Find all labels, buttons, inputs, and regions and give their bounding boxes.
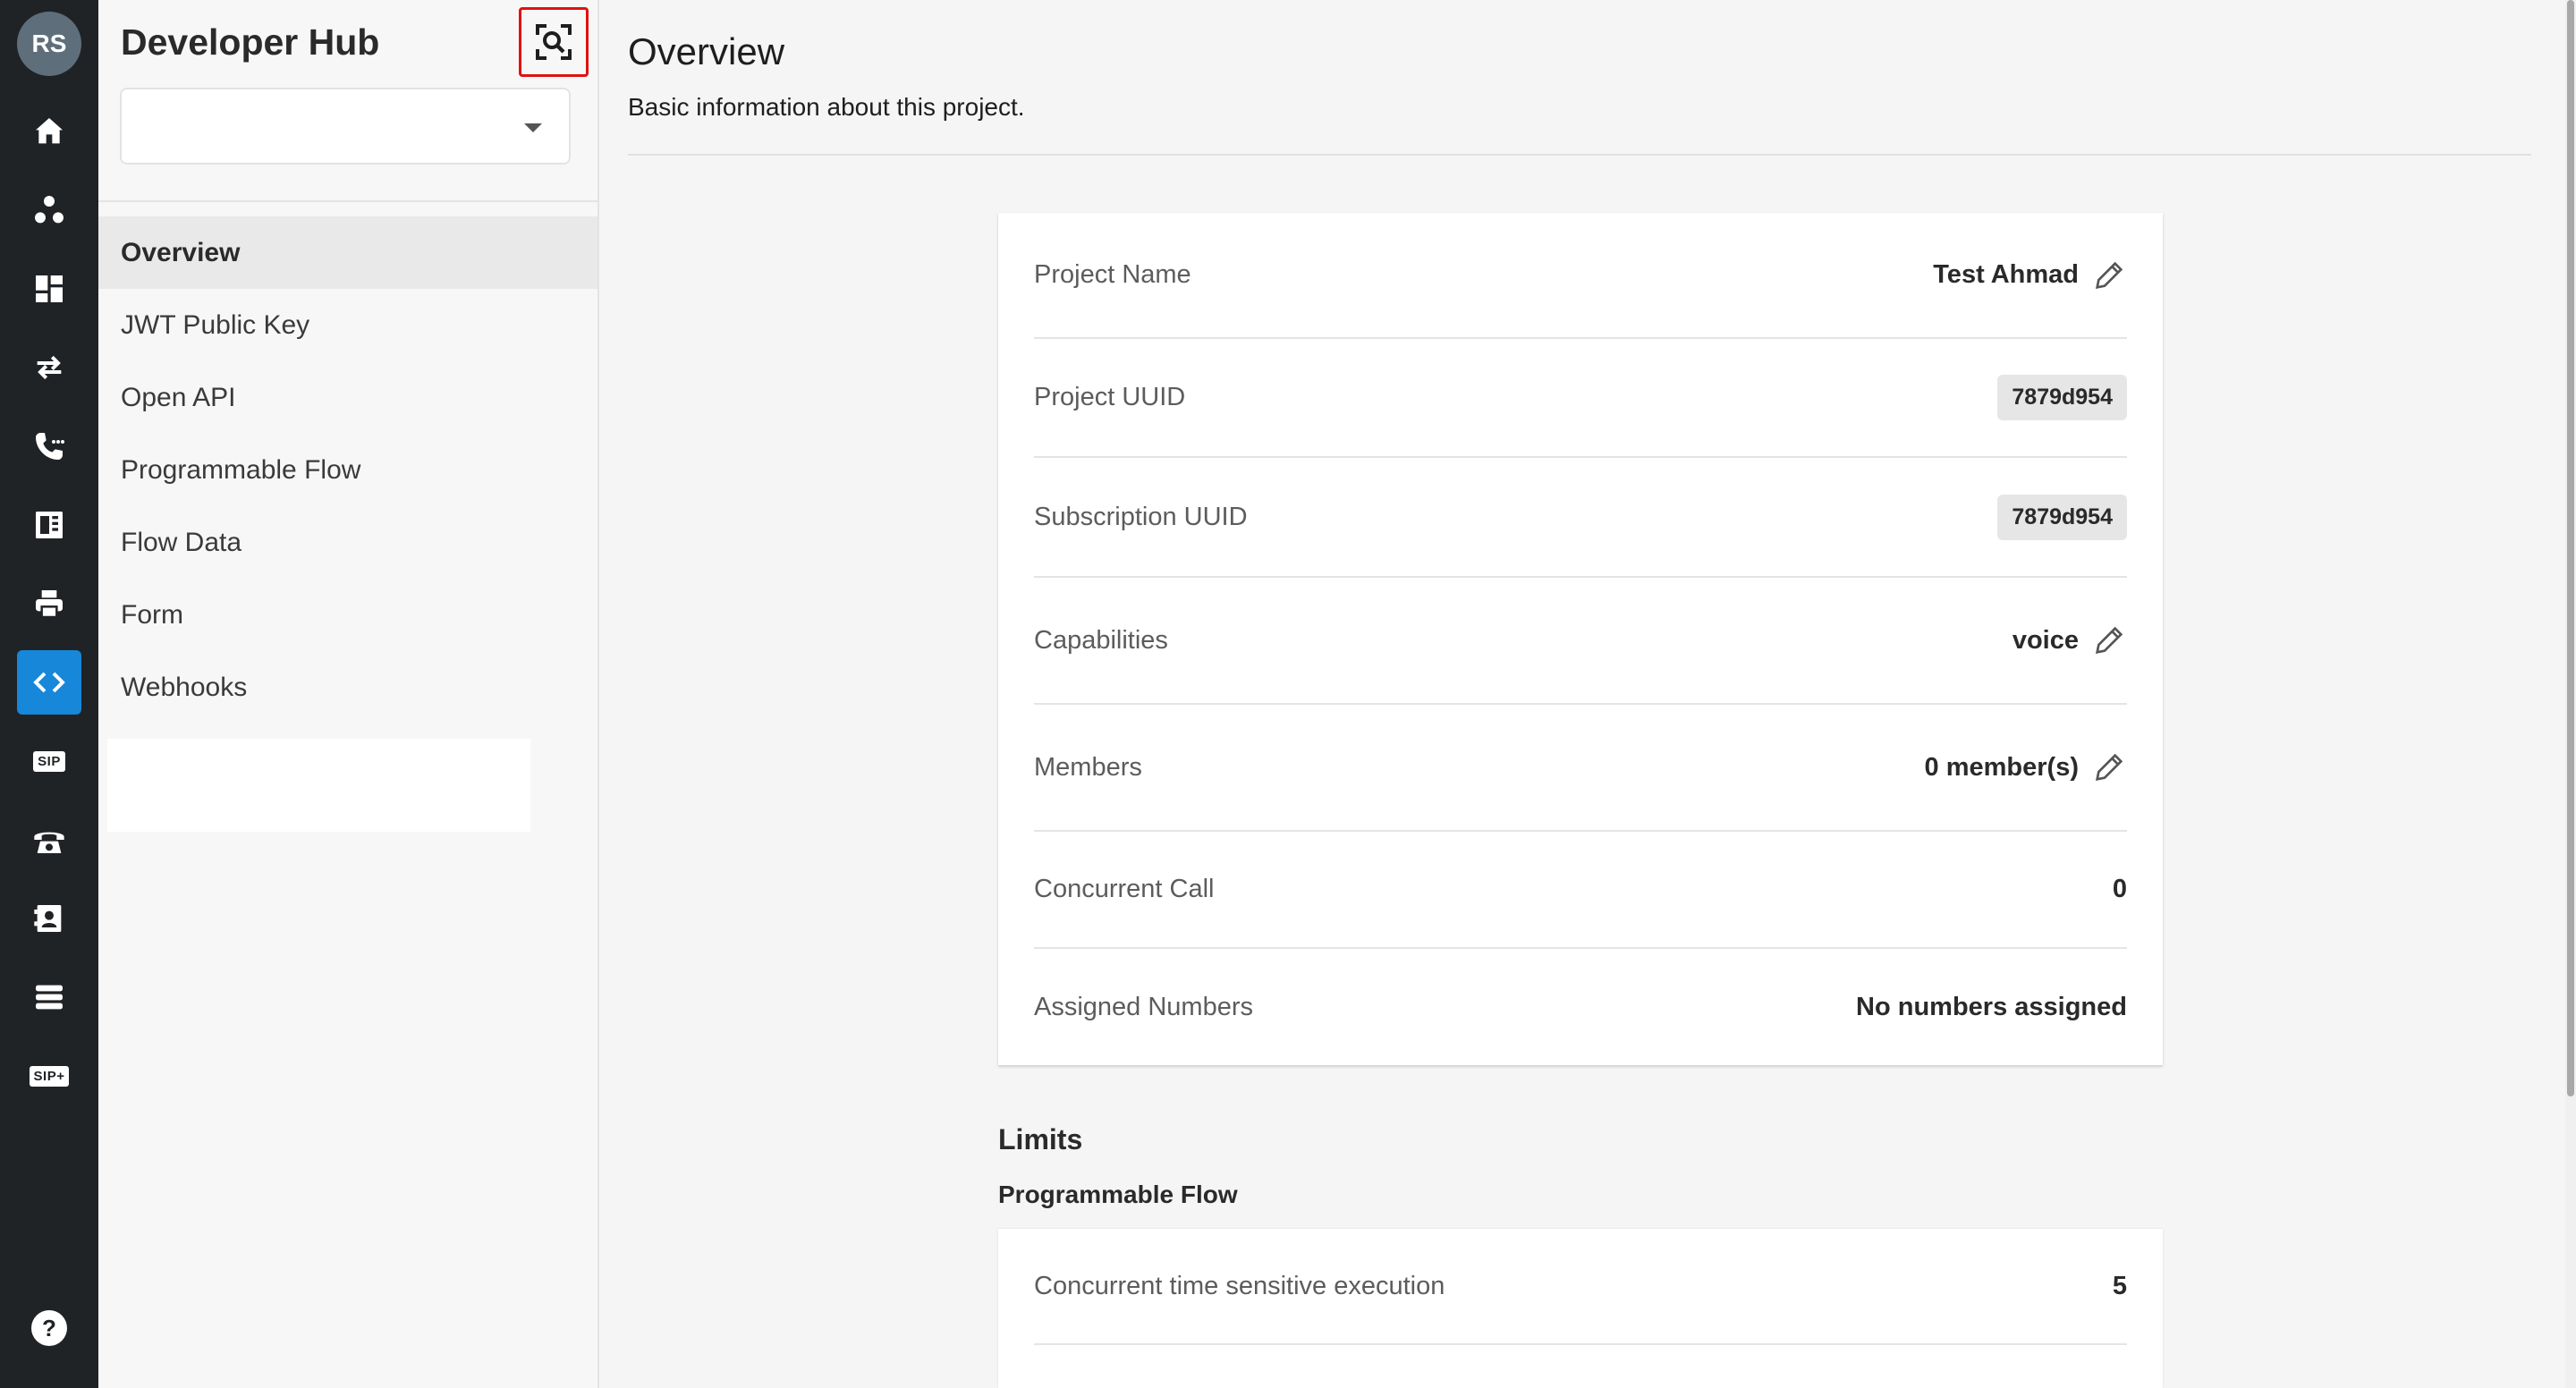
printer-icon[interactable] xyxy=(17,571,81,636)
sidebar-nav: Overview JWT Public Key Open API Program… xyxy=(98,216,597,724)
concurrent-execution-value: 5 xyxy=(2112,1271,2127,1300)
row-label: Concurrent Call xyxy=(1034,875,1215,903)
sidebar-item-flow-data[interactable]: Flow Data xyxy=(98,506,597,579)
concurrent-call-row: Concurrent Call 0 xyxy=(1034,832,2127,949)
group-icon[interactable] xyxy=(17,178,81,242)
row-label: Project Name xyxy=(1034,260,1191,289)
limits-subtitle: Programmable Flow xyxy=(998,1181,1238,1208)
app-window: RS SIP SIP+ ? Developer Hub Overview JWT… xyxy=(0,0,2576,1388)
edit-pencil-icon[interactable] xyxy=(2091,258,2127,293)
scan-search-icon xyxy=(536,24,572,60)
row-label: Project UUID xyxy=(1034,383,1186,411)
edit-pencil-icon[interactable] xyxy=(2091,749,2127,785)
members-row: Members 0 member(s) xyxy=(1034,705,2127,832)
sip-plus-icon[interactable]: SIP+ xyxy=(17,1044,81,1108)
concurrent-call-value: 0 xyxy=(2112,875,2127,903)
sidebar-divider xyxy=(98,200,597,202)
code-icon[interactable] xyxy=(17,650,81,715)
page-subtitle: Basic information about this project. xyxy=(628,93,1025,121)
search-button[interactable] xyxy=(519,7,589,77)
row-label: Members xyxy=(1034,752,1142,782)
project-uuid-chip[interactable]: 7879d954 xyxy=(1997,375,2127,420)
sidebar-title: Developer Hub xyxy=(121,21,380,63)
sip-icon[interactable]: SIP xyxy=(17,729,81,793)
limits-card: Concurrent time sensitive execution 5 xyxy=(998,1229,2163,1388)
sidebar-item-form[interactable]: Form xyxy=(98,579,597,651)
help-icon[interactable]: ? xyxy=(31,1310,67,1346)
row-label: Concurrent time sensitive execution xyxy=(1034,1271,1445,1300)
scrollbar-thumb[interactable] xyxy=(2567,0,2574,1096)
sidebar-item-programmable-flow[interactable]: Programmable Flow xyxy=(98,434,597,506)
project-name-row: Project Name Test Ahmad xyxy=(1034,213,2127,339)
telephone-icon[interactable] xyxy=(17,808,81,872)
icon-rail: RS SIP SIP+ ? xyxy=(0,0,98,1388)
concurrent-execution-row: Concurrent time sensitive execution 5 xyxy=(1034,1229,2127,1345)
page-title: Overview xyxy=(628,30,785,72)
sidebar-blank-panel xyxy=(107,739,530,832)
project-uuid-row: Project UUID 7879d954 xyxy=(1034,339,2127,458)
scrollbar[interactable] xyxy=(2565,0,2576,1388)
sidebar-item-webhooks[interactable]: Webhooks xyxy=(98,651,597,724)
sidebar-item-open-api[interactable]: Open API xyxy=(98,361,597,434)
project-name-value: Test Ahmad xyxy=(1933,260,2079,289)
subscription-uuid-chip[interactable]: 7879d954 xyxy=(1997,494,2127,540)
capabilities-value: voice xyxy=(2012,625,2079,655)
overview-card: Project Name Test Ahmad Project UUID 787… xyxy=(998,213,2163,1065)
developer-hub-sidebar: Developer Hub Overview JWT Public Key Op… xyxy=(98,0,599,1388)
sidebar-item-overview[interactable]: Overview xyxy=(98,216,597,289)
row-label: Subscription UUID xyxy=(1034,502,1248,531)
home-icon[interactable] xyxy=(17,99,81,164)
assigned-numbers-row: Assigned Numbers No numbers assigned xyxy=(1034,949,2127,1065)
avatar[interactable]: RS xyxy=(17,12,81,76)
list-icon[interactable] xyxy=(17,965,81,1029)
subscription-uuid-row: Subscription UUID 7879d954 xyxy=(1034,458,2127,578)
capabilities-row: Capabilities voice xyxy=(1034,578,2127,705)
transfer-icon[interactable] xyxy=(17,335,81,400)
header-divider xyxy=(628,154,2531,156)
phone-icon[interactable] xyxy=(17,414,81,478)
dashboard-icon[interactable] xyxy=(17,257,81,321)
sidebar-item-jwt-public-key[interactable]: JWT Public Key xyxy=(98,289,597,361)
edit-pencil-icon[interactable] xyxy=(2091,622,2127,658)
row-label: Assigned Numbers xyxy=(1034,992,1253,1021)
main-content: Overview Basic information about this pr… xyxy=(599,0,2576,1388)
project-select[interactable] xyxy=(120,88,571,165)
fax-icon[interactable] xyxy=(17,493,81,557)
chevron-down-icon xyxy=(524,123,542,132)
members-value: 0 member(s) xyxy=(1924,752,2079,782)
row-label: Capabilities xyxy=(1034,625,1168,655)
assigned-numbers-value: No numbers assigned xyxy=(1856,992,2127,1021)
contact-icon[interactable] xyxy=(17,886,81,951)
limits-title: Limits xyxy=(998,1123,1083,1155)
